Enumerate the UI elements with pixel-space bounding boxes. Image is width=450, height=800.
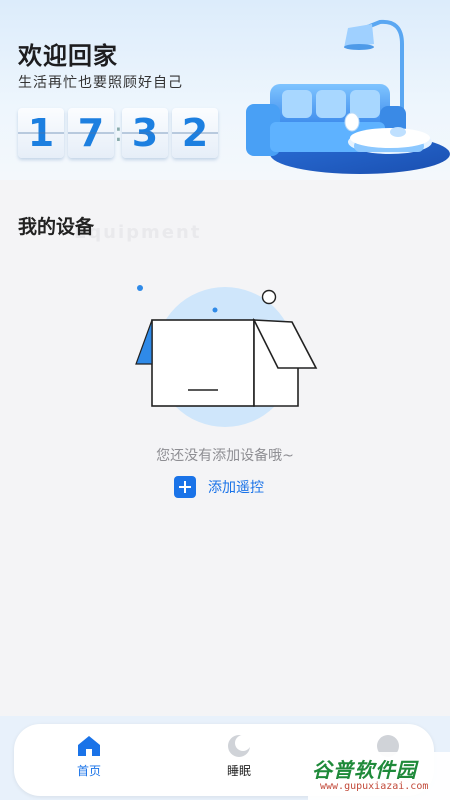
plus-icon [174,476,196,498]
clock-minute-ones: 2 [172,108,218,158]
clock-hour-ones: 7 [68,108,114,158]
welcome-subtitle: 生活再忙也要照顾好自己 [18,75,183,91]
tab-home-label: 首页 [76,764,101,778]
clock-hour-tens: 1 [18,108,64,158]
living-room-illustration [240,14,450,180]
my-devices-title: 我的设备 [18,216,95,238]
flip-clock: 1 7 : 3 2 [18,108,218,158]
tab-home[interactable]: 首页 [49,732,129,779]
empty-box-illustration [130,280,320,430]
watermark-logo: 谷普软件园 www.gupuxiazai.com [308,752,450,800]
add-remote-button[interactable]: 添加遥控 [174,476,264,498]
tab-sleep-label: 睡眠 [226,764,251,778]
empty-devices-message: 您还没有添加设备哦~ [156,448,294,464]
watermark-url: www.gupuxiazai.com [320,781,429,792]
tab-sleep[interactable]: 睡眠 [199,732,279,779]
moon-icon [199,732,279,760]
clock-separator: : [114,118,123,148]
header-banner: 欢迎回家 生活再忙也要照顾好自己 1 7 : 3 2 [0,0,450,180]
welcome-title: 欢迎回家 [18,42,118,70]
watermark-main: 谷普软件园 [312,758,417,782]
home-icon [49,732,129,760]
add-remote-label: 添加遥控 [208,480,264,496]
clock-minute-tens: 3 [122,108,168,158]
